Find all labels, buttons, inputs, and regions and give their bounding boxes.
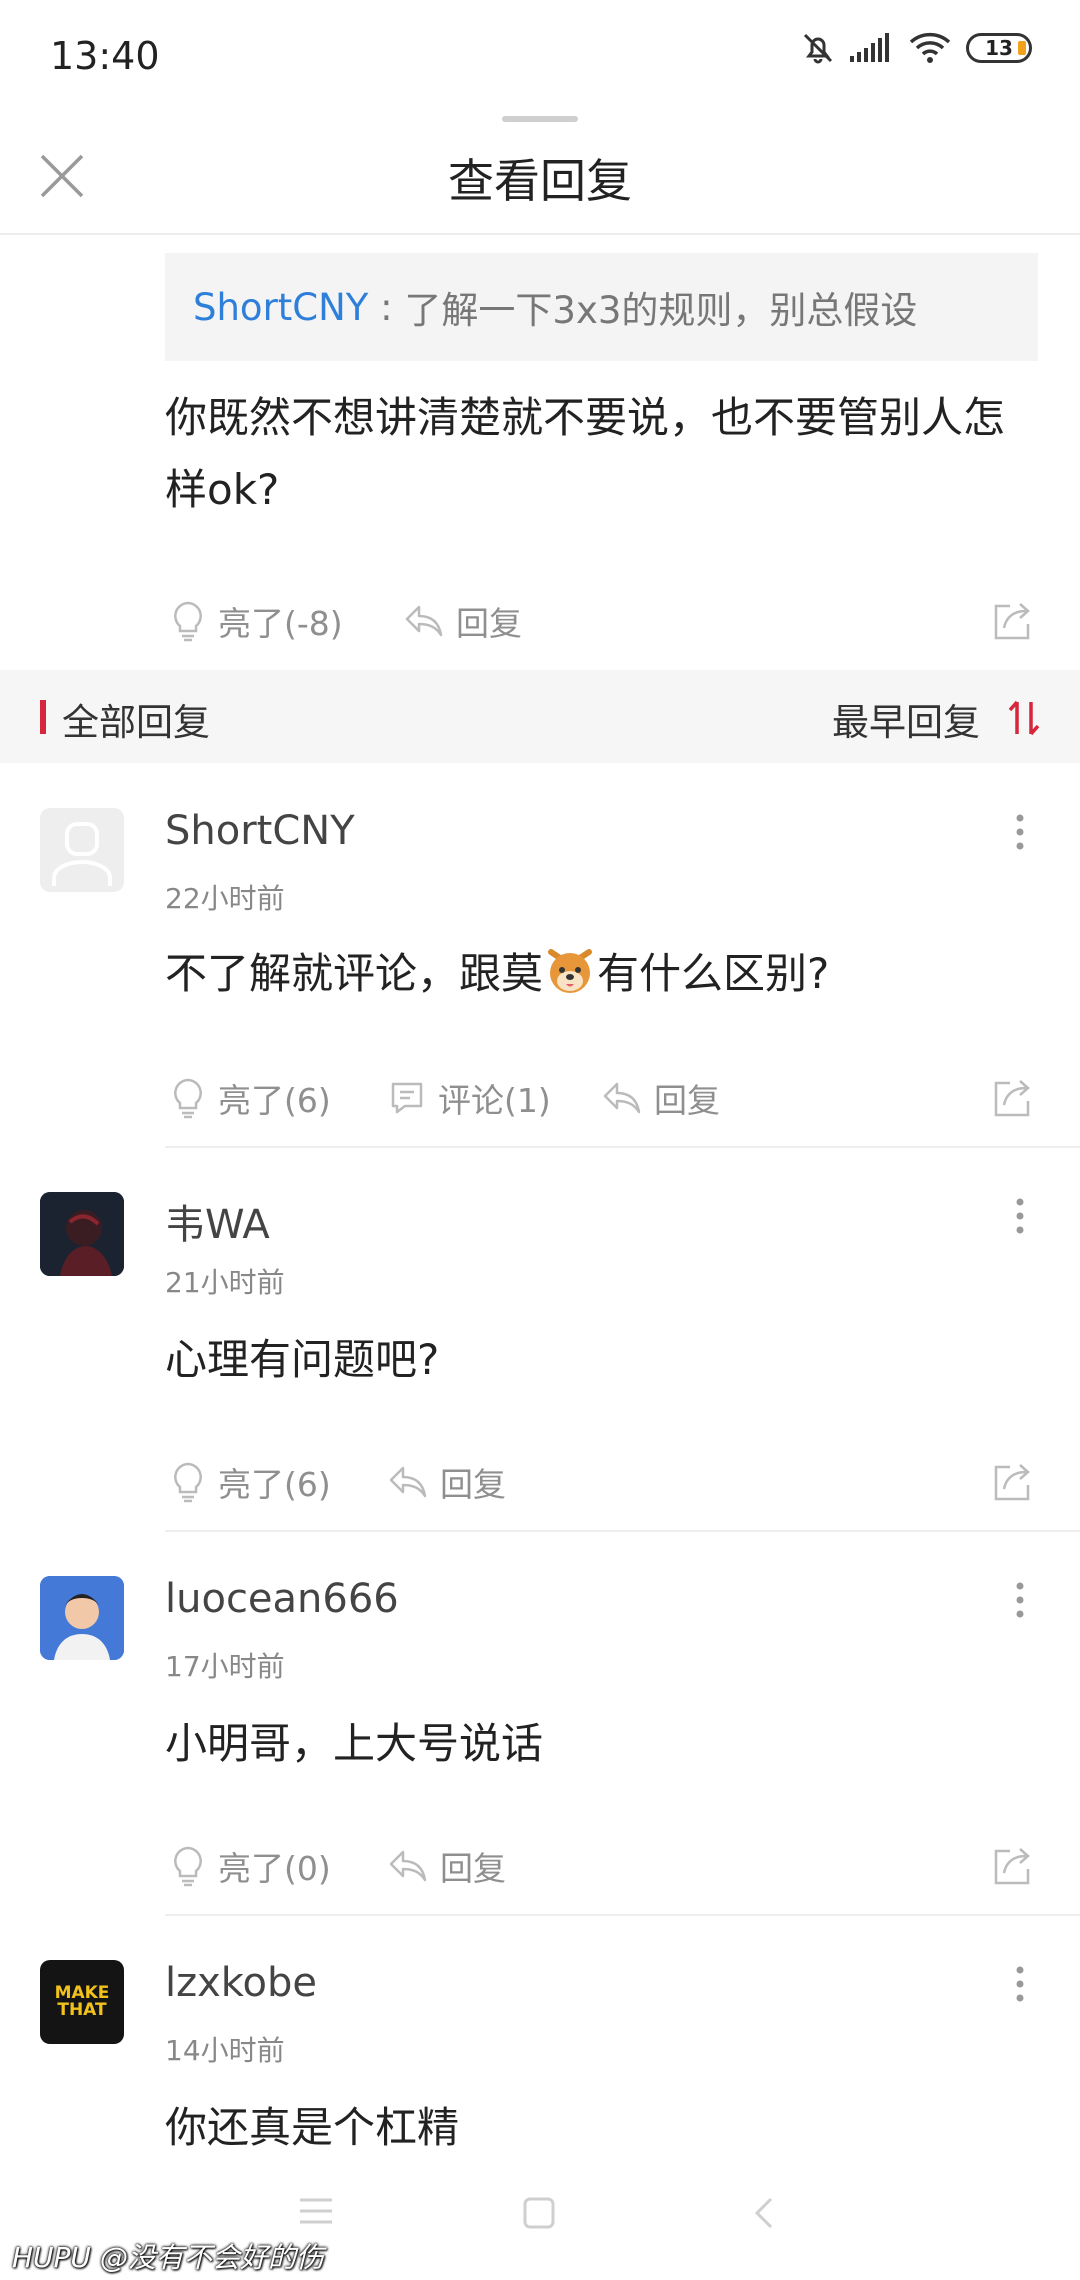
like-label: 亮了(0) [218,1849,331,1888]
comment-content: 你还真是个杠精 [165,2103,460,2152]
comment-time: 14小时前 [165,2034,285,2067]
battery-fill [1018,41,1026,55]
lightbulb-icon [174,1462,202,1503]
like-button[interactable]: 亮了(6) [170,1458,331,1506]
reply-label: 回复 [440,1465,506,1504]
page-title: 查看回复 [448,154,632,208]
shiba-dog-emoji [545,946,595,996]
comment-content: 不了解就评论，跟莫 有什么区别? [165,940,829,1001]
comment-time: 21小时前 [165,1266,285,1299]
menu-icon [300,2198,332,2224]
quote-separator: : [368,285,405,329]
avatar-text: MAKE THAT [54,1983,110,2020]
home-nav-button[interactable] [522,2196,556,2230]
lightbulb-icon [174,1846,202,1887]
reply-arrow-icon [389,1466,427,1498]
battery-level: 13 [985,36,1013,60]
reply-button[interactable]: 回复 [602,1074,720,1122]
reply-text: 你既然不想讲清楚就不要说，也不要管别人怎样ok? [165,393,1006,514]
share-icon [994,603,1030,640]
avatar-image [40,1576,124,1660]
reply-arrow-icon [603,1082,641,1114]
header-divider [0,233,1080,235]
wifi-icon [908,31,952,65]
default-avatar-icon [52,822,112,886]
status-time: 13:40 [50,34,160,78]
comment-label: 评论(1) [438,1081,551,1120]
more-options-button[interactable] [1010,1960,1030,2008]
reply-button[interactable]: 回复 [388,1842,506,1890]
comment-content-part: 不了解就评论，跟莫 [165,949,544,998]
comment-divider [165,1146,1080,1148]
reply-label: 回复 [654,1081,720,1120]
more-icon [1016,814,1024,850]
quote-text: 了解一下3x3的规则，别总假设 [404,289,918,332]
more-options-button[interactable] [1010,1192,1030,1240]
reply-label: 回复 [456,604,522,643]
reply-arrow-icon [405,605,443,637]
like-button[interactable]: 亮了(-8) [170,597,343,645]
reply-arrow-icon [389,1850,427,1882]
avatar[interactable] [40,808,124,892]
comment-divider [165,1914,1080,1916]
like-label: 亮了(-8) [218,604,343,643]
watermark: HUPU @没有不会好的伤 [12,2241,324,2274]
share-icon [994,1080,1030,1117]
comment-time: 17小时前 [165,1650,285,1683]
sort-button[interactable]: 最早回复 [832,692,980,746]
comment-time: 22小时前 [165,882,285,915]
back-chevron-icon [754,2197,773,2229]
section-accent-bar [40,700,46,734]
comment-button[interactable]: 评论(1) [388,1074,551,1122]
reply-button[interactable]: 回复 [404,597,522,645]
more-options-button[interactable] [1010,1576,1030,1624]
comment-divider [165,1530,1080,1532]
more-icon [1016,1198,1024,1234]
comment-username[interactable]: ShortCNY [165,808,355,854]
share-icon [994,1464,1030,1501]
quoted-comment[interactable]: ShortCNY : 了解一下3x3的规则，别总假设 [165,253,1038,361]
share-button[interactable] [990,1459,1038,1507]
lightbulb-icon [174,1078,202,1119]
reply-button[interactable]: 回复 [388,1458,506,1506]
avatar[interactable]: MAKE THAT [40,1960,124,2044]
share-button[interactable] [990,1843,1038,1891]
comment-username[interactable]: 韦WA [165,1192,270,1250]
home-square-icon [523,2197,555,2229]
like-button[interactable]: 亮了(0) [170,1842,331,1890]
quote-author[interactable]: ShortCNY [193,286,368,329]
comment-content: 心理有问题吧? [165,1335,440,1384]
sort-icon[interactable] [1006,698,1042,738]
mute-bell-icon [800,30,836,66]
lightbulb-icon [174,601,202,642]
drag-handle[interactable] [502,116,578,122]
comment-username[interactable]: luocean666 [165,1576,399,1622]
back-nav-button[interactable] [752,2196,776,2230]
speech-bubble-icon [391,1082,423,1114]
reply-label: 回复 [440,1849,506,1888]
share-icon [994,1848,1030,1885]
status-icons: 13 [800,30,1032,66]
signal-icon [850,32,894,64]
more-icon [1016,1966,1024,2002]
comment-content-part: 有什么区别? [597,949,830,998]
menu-nav-button[interactable] [298,2196,334,2226]
avatar-image [40,1192,124,1276]
share-button[interactable] [990,598,1038,646]
share-button[interactable] [990,1075,1038,1123]
section-title: 全部回复 [62,701,210,744]
more-icon [1016,1582,1024,1618]
comment-content: 小明哥，上大号说话 [165,1719,544,1768]
avatar[interactable] [40,1192,124,1276]
more-options-button[interactable] [1010,808,1030,856]
comment-username[interactable]: lzxkobe [165,1960,317,2006]
like-label: 亮了(6) [218,1081,331,1120]
avatar[interactable] [40,1576,124,1660]
like-label: 亮了(6) [218,1465,331,1504]
battery-indicator: 13 [966,33,1032,63]
like-button[interactable]: 亮了(6) [170,1074,331,1122]
